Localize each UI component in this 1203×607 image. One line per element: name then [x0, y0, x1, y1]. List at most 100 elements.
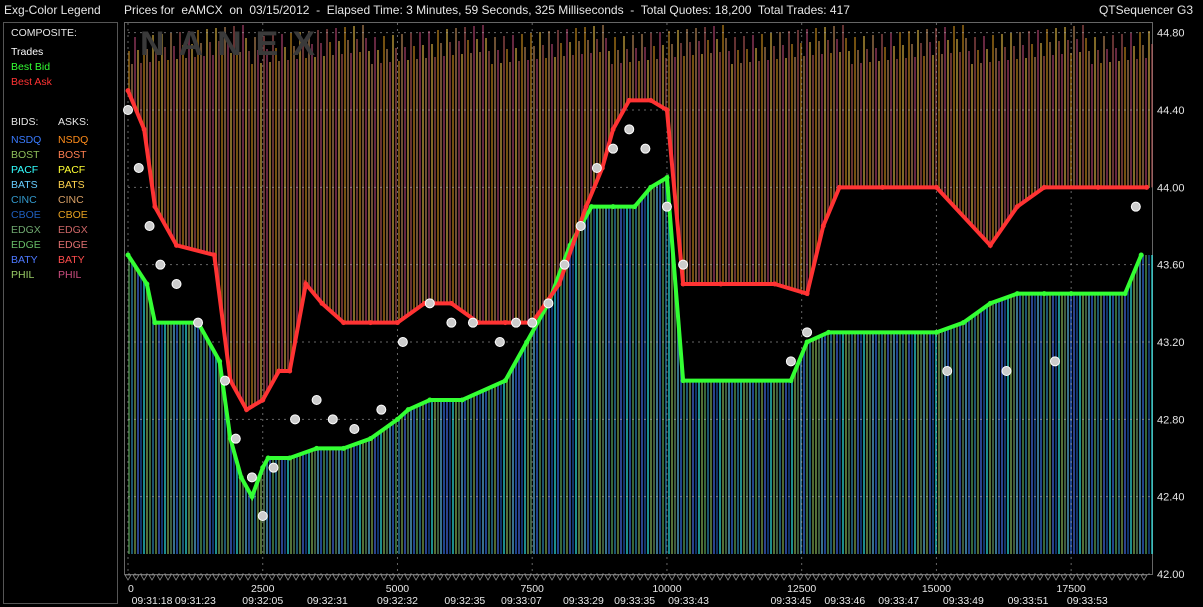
bid-depth-bar [938, 331, 940, 554]
ask-depth-bar [284, 47, 286, 371]
trade-point [608, 143, 619, 154]
bid-depth-bar [569, 247, 571, 555]
bid-depth-bar [341, 448, 343, 554]
trade-point [133, 163, 144, 173]
bid-depth-bar [947, 328, 949, 554]
ask-depth-bar [1064, 27, 1066, 188]
bid-depth-bar [701, 380, 703, 554]
bid-depth-bar [419, 404, 421, 554]
bid-depth-bar [362, 441, 364, 554]
ask-depth-bar [743, 36, 745, 284]
bid-depth-bar [1031, 293, 1033, 554]
bid-depth-bar [554, 288, 556, 554]
bid-depth-bar [902, 332, 904, 554]
data-point-best-ask [448, 300, 454, 306]
ask-depth-bar [560, 43, 562, 282]
ask-depth-bar [344, 27, 346, 323]
ask-depth-bar [1118, 61, 1120, 188]
ask-depth-bar [632, 35, 634, 101]
ask-depth-bar [290, 33, 292, 370]
ask-depth-bar [353, 26, 355, 323]
bid-depth-bar [698, 380, 700, 554]
trade-tick-mark [220, 574, 228, 581]
bid-depth-bar [608, 206, 610, 554]
ask-depth-bar [926, 29, 928, 188]
bid-depth-bar [158, 322, 160, 554]
trade-tick-mark [772, 574, 780, 581]
ask-depth-bar [761, 34, 763, 284]
trade-point [527, 317, 538, 328]
ask-depth-bar [1040, 43, 1042, 191]
ask-depth-bar [902, 45, 904, 188]
bid-depth-bar [533, 330, 535, 554]
trade-tick-mark [188, 574, 196, 581]
ask-depth-bar [428, 31, 430, 304]
bid-depth-bar [929, 332, 931, 554]
trade-tick-mark [284, 574, 292, 581]
bid-depth-bar [155, 322, 157, 554]
trade-point [559, 259, 570, 270]
trade-tick-mark [124, 574, 132, 581]
trade-tick-mark [724, 574, 732, 581]
bid-depth-bar [425, 402, 427, 554]
ask-depth-bar [638, 61, 640, 101]
ask-depth-bar [863, 36, 865, 188]
bid-depth-bar [464, 399, 466, 554]
trade-tick-mark [468, 574, 476, 581]
y-tick-label: 44.80 [1157, 28, 1185, 40]
bid-depth-bar [809, 341, 811, 554]
data-point-best-bid [394, 416, 400, 422]
ask-depth-bar [413, 46, 415, 312]
bid-depth-bar [443, 400, 445, 554]
ask-depth-bar [167, 60, 169, 229]
time-label: 09:32:35 [444, 595, 485, 607]
bid-depth-bar [896, 332, 898, 554]
ask-depth-bar [347, 40, 349, 323]
bid-depth-bar [881, 332, 883, 554]
ask-depth-bar [911, 44, 913, 188]
bid-depth-bar [872, 332, 874, 554]
bid-depth-bar [149, 294, 151, 554]
ask-depth-bar [1013, 46, 1015, 213]
ask-depth-bar [710, 53, 712, 284]
ask-depth-bar [356, 39, 358, 323]
ask-depth-bar [1100, 63, 1102, 188]
ask-depth-bar [1046, 29, 1048, 188]
trade-tick-mark [604, 574, 612, 581]
ask-depth-bar [968, 51, 970, 222]
trade-tick-mark [996, 574, 1004, 581]
ask-depth-bar [1142, 45, 1144, 188]
bid-depth-bar [668, 190, 670, 554]
ask-depth-bar [536, 59, 538, 318]
ask-depth-bar [287, 60, 289, 371]
data-point-best-bid [1041, 291, 1047, 297]
data-point-best-ask [211, 252, 217, 258]
trade-tick-mark [1004, 574, 1012, 581]
bid-depth-bar [839, 332, 841, 554]
bid-depth-bar [1019, 293, 1021, 554]
data-point-best-bid [152, 320, 158, 326]
bid-depth-bar [794, 373, 796, 554]
data-point-best-bid [405, 407, 411, 413]
ask-depth-bar [158, 61, 160, 213]
ask-depth-bar [371, 64, 373, 323]
bid-depth-bar [563, 263, 565, 554]
trade-tick-mark [652, 574, 660, 581]
trade-tick-mark [1036, 574, 1044, 581]
ask-depth-bar [476, 39, 478, 322]
bid-depth-bar [599, 206, 601, 554]
ask-depth-bar [914, 57, 916, 188]
ask-depth-bar [848, 51, 850, 188]
data-point-best-ask [987, 242, 993, 248]
time-label: 09:32:31 [307, 595, 348, 607]
ask-depth-bar [131, 64, 133, 98]
ask-depth-bar [701, 54, 703, 284]
ask-depth-bar [1031, 44, 1033, 197]
trade-tick-mark [660, 574, 668, 581]
bid-depth-bar [998, 300, 1000, 554]
trade-tick-mark [444, 574, 452, 581]
ask-depth-bar [377, 50, 379, 323]
trade-point [511, 317, 522, 328]
bid-depth-bar [932, 332, 934, 554]
y-tick-label: 44.40 [1157, 105, 1185, 117]
